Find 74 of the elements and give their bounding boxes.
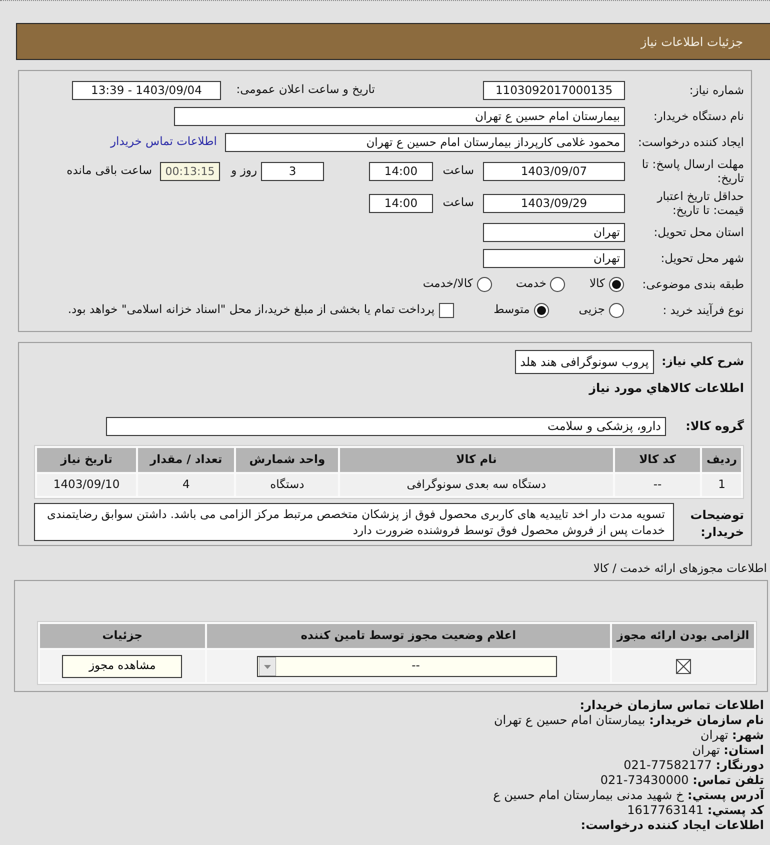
- field-label: ساعت: [442, 194, 474, 212]
- field-label: حداقل تاریخ اعتبار قیمت: تا تاریخ:: [656, 188, 744, 218]
- option-label: خدمت: [516, 275, 546, 292]
- notes-text: تسویه مدت دار اخد تاییدیه های کاربری محصول فوق از پزشکان متخصص مرتبط مرکز الزامی می باشد. داشتن سوابق رضایتمندی خدمات پس از فروش محصول فوق توسط فروشنده ضرورت دارد: [34, 503, 674, 541]
- contact-info-line: آدرس پستي: خ شهید مدنی بیمارستان امام حسین ع: [492, 788, 764, 803]
- dropdown-field[interactable]: --: [256, 656, 557, 676]
- option-label: کالا: [589, 275, 605, 292]
- text-field[interactable]: دارو، پزشکی و سلامت: [106, 416, 666, 436]
- radio-button[interactable]: [609, 276, 624, 292]
- text-field[interactable]: تهران: [483, 248, 625, 268]
- column-header: کد کالا: [614, 448, 700, 472]
- column-header: الزامی بودن ارائه مجوز: [612, 624, 754, 648]
- checkbox[interactable]: [676, 658, 691, 674]
- checkbox-label: پرداخت تمام یا بخشی از مبلغ خرید،از محل "اسناد خزانه اسلامی" خواهد بود.: [68, 301, 435, 318]
- column-header: نام کالا: [340, 448, 613, 472]
- contact-info-line: نام سازمان خریدار: بیمارستان امام حسین ع تهران: [492, 713, 764, 728]
- text-field[interactable]: 00:13:15: [160, 162, 220, 180]
- text-field[interactable]: 1403/09/07: [483, 162, 625, 180]
- text-field[interactable]: 1403/09/04 - 13:39: [72, 80, 221, 100]
- table-cell: دستگاه سه بعدی سونوگرافی: [340, 474, 613, 496]
- table-cell: دستگاه: [236, 474, 338, 496]
- field-label: تاریخ و ساعت اعلان عمومی:: [235, 81, 375, 98]
- column-header: تاریخ نیاز: [37, 448, 136, 472]
- table-cell: 1403/09/10: [37, 474, 136, 496]
- field-label: ساعت: [442, 162, 474, 180]
- radio-button[interactable]: [609, 302, 624, 318]
- column-header: واحد شمارش: [236, 448, 338, 472]
- field-label: نوع فرآیند خرید :: [662, 302, 744, 318]
- column-header: ردیف: [702, 448, 741, 472]
- checkbox[interactable]: [438, 302, 454, 318]
- section-title: اطلاعات کالاهاي مورد نياز: [588, 380, 744, 397]
- field-label: شماره نیاز:: [688, 82, 744, 98]
- header-title: جزئیات اطلاعات نیاز: [640, 34, 743, 50]
- table-cell: --: [614, 474, 700, 496]
- radio-button[interactable]: [476, 276, 492, 292]
- field-label: مهلت ارسال پاسخ: تا تاریخ:: [640, 156, 744, 186]
- text-field[interactable]: بیمارستان امام حسین ع تهران: [174, 106, 625, 126]
- field-label: ساعت باقی مانده: [66, 162, 152, 180]
- field-label: نام دستگاه خریدار:: [652, 108, 744, 124]
- section-title: اطلاعات مجوزهای ارائه خدمت / کالا: [592, 560, 768, 576]
- option-label: کالا/خدمت: [422, 275, 473, 292]
- text-field[interactable]: محمود غلامی کارپرداز بیمارستان امام حسین ع تهران: [225, 132, 625, 152]
- field-label: ایجاد کننده درخواست:: [637, 134, 744, 150]
- column-header: جزئیات: [40, 624, 205, 648]
- text-field[interactable]: 1103092017000135: [483, 80, 625, 100]
- contact-info-line: استان: تهران: [691, 743, 764, 758]
- radio-button[interactable]: [534, 302, 549, 318]
- text-field[interactable]: 14:00: [369, 162, 433, 180]
- column-header: تعداد / مقدار: [138, 448, 234, 472]
- column-header: اعلام وضعیت مجوز توسط تامین کننده: [206, 624, 610, 648]
- dropdown-arrow-icon[interactable]: [258, 656, 276, 676]
- field-label: شهر محل تحویل:: [660, 250, 744, 266]
- text-field[interactable]: 1403/09/29: [483, 194, 625, 212]
- table-cell: 4: [138, 474, 234, 496]
- option-label: جزیی: [578, 301, 605, 318]
- option-label: متوسط: [494, 301, 530, 318]
- text-field[interactable]: 14:00: [369, 194, 433, 212]
- field-label: توضیحات خریدار:: [689, 507, 744, 541]
- contact-link[interactable]: اطلاعات تماس خریدار: [110, 133, 217, 151]
- field-label: گروه کالا:: [684, 418, 744, 435]
- field-label: روز و: [230, 162, 257, 180]
- field-label: طبقه بندی موضوعی:: [641, 276, 744, 292]
- section-title: اطلاعات تماس سازمان خریدار:: [578, 698, 764, 713]
- contact-info-line: شهر: تهران: [700, 728, 764, 743]
- text-field[interactable]: پروب سونوگرافی هند هلد: [515, 350, 654, 374]
- field-label: استان محل تحویل:: [652, 224, 744, 240]
- field-label: شرح کلي نياز:: [662, 353, 744, 370]
- section-title: اطلاعات ایجاد کننده درخواست:: [580, 818, 764, 833]
- text-field[interactable]: 3: [261, 162, 324, 180]
- dropdown-value: --: [410, 657, 421, 674]
- view-permit-button[interactable]: مشاهده مجوز: [62, 654, 182, 678]
- text-field[interactable]: تهران: [483, 222, 625, 242]
- table-cell: 1: [702, 474, 741, 496]
- radio-button[interactable]: [550, 276, 566, 292]
